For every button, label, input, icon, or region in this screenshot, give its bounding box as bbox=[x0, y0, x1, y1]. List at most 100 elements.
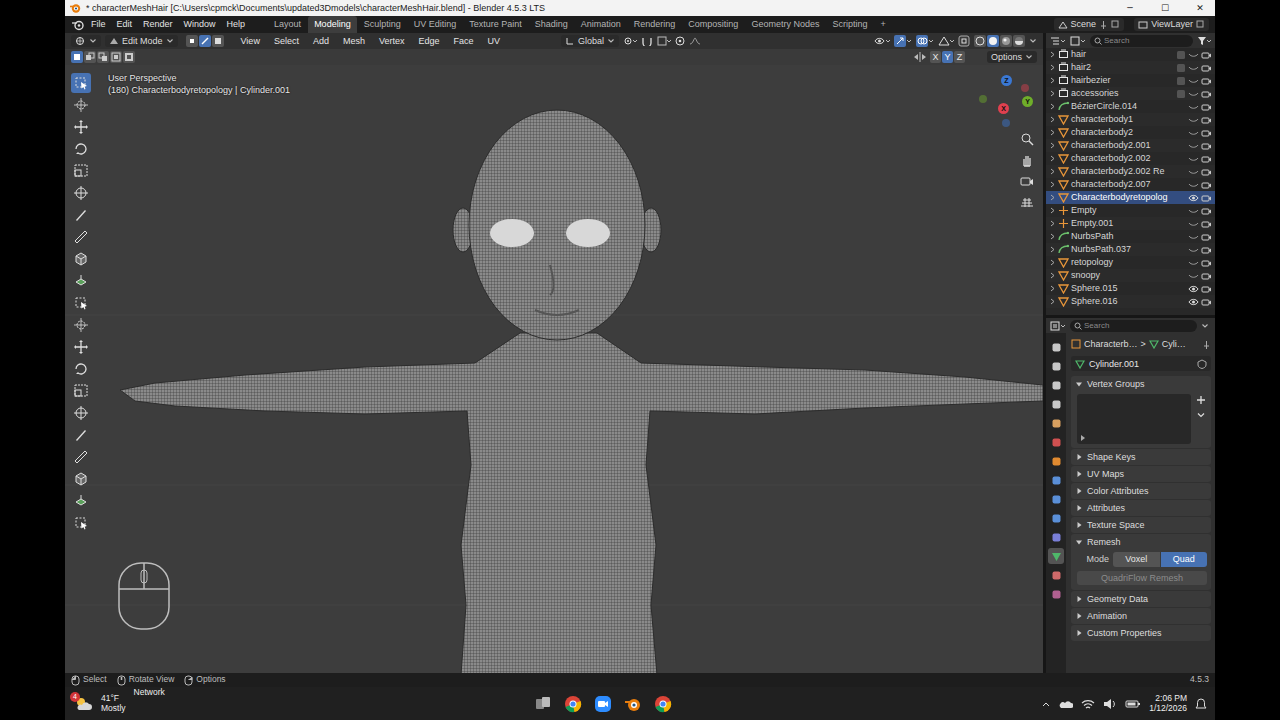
onedrive-icon[interactable] bbox=[1059, 699, 1073, 709]
panel-title[interactable]: Texture Space bbox=[1087, 520, 1145, 530]
outliner-item-name[interactable]: Empty.001 bbox=[1071, 218, 1186, 228]
outliner-item-name[interactable]: Sphere.016 bbox=[1071, 296, 1186, 306]
pan-hand-icon[interactable] bbox=[1019, 152, 1035, 168]
viewport-menu-item[interactable]: Mesh bbox=[338, 34, 370, 48]
collapsed-arrow-icon[interactable] bbox=[1075, 595, 1083, 603]
properties-tab[interactable] bbox=[1048, 415, 1064, 431]
outliner-row[interactable]: Sphere.016 bbox=[1046, 295, 1215, 308]
add-workspace-button[interactable]: + bbox=[874, 16, 891, 32]
eye-closed-icon[interactable] bbox=[1188, 180, 1199, 190]
pin-icon[interactable] bbox=[1202, 340, 1211, 349]
orientation-label[interactable]: Global bbox=[578, 36, 604, 46]
panel-header[interactable]: Color Attributes bbox=[1071, 483, 1211, 499]
checkbox-empty-icon[interactable] bbox=[1176, 76, 1186, 86]
properties-tab[interactable] bbox=[1048, 339, 1064, 355]
tool-button[interactable] bbox=[71, 359, 91, 379]
workspace-tab[interactable]: Shading bbox=[529, 16, 574, 32]
eye-closed-icon[interactable] bbox=[1188, 89, 1199, 99]
expand-arrow-icon[interactable] bbox=[1049, 271, 1056, 280]
display-mode-icon[interactable] bbox=[1070, 36, 1086, 46]
tool-button[interactable] bbox=[71, 95, 91, 115]
viewport-menu-item[interactable]: Add bbox=[308, 34, 334, 48]
expand-arrow-icon[interactable] bbox=[1049, 128, 1056, 137]
visibility-icon[interactable] bbox=[874, 36, 890, 46]
outliner-row[interactable]: retopology bbox=[1046, 256, 1215, 269]
properties-tab[interactable] bbox=[1048, 567, 1064, 583]
tool-button[interactable] bbox=[71, 73, 91, 93]
view-layer-selector[interactable]: ViewLayer bbox=[1134, 18, 1209, 30]
shading-mode-button[interactable] bbox=[987, 35, 999, 47]
outliner-item-name[interactable]: characterbody2.002 Re bbox=[1071, 166, 1186, 176]
snap-target-icon[interactable] bbox=[657, 36, 671, 46]
outliner-row[interactable]: Empty bbox=[1046, 204, 1215, 217]
selection-mode-button[interactable] bbox=[84, 51, 96, 63]
properties-search-field[interactable] bbox=[1070, 320, 1197, 332]
expand-arrow-icon[interactable] bbox=[1049, 89, 1056, 98]
tool-button[interactable] bbox=[71, 249, 91, 269]
fake-user-icon[interactable] bbox=[1197, 359, 1207, 369]
mirror-axis-button[interactable]: Y bbox=[942, 51, 953, 63]
outliner-item-name[interactable]: hair bbox=[1071, 49, 1174, 59]
specials-menu-icon[interactable] bbox=[1195, 409, 1207, 421]
tool-button[interactable] bbox=[71, 227, 91, 247]
outliner-row[interactable]: hair2 bbox=[1046, 61, 1215, 74]
camera-icon[interactable] bbox=[1201, 63, 1212, 73]
outliner-item-name[interactable]: hairbezier bbox=[1071, 75, 1174, 85]
expand-arrow-icon[interactable] bbox=[1049, 115, 1056, 124]
outliner-item-name[interactable]: characterbody2 bbox=[1071, 127, 1186, 137]
panel-title[interactable]: Geometry Data bbox=[1087, 594, 1148, 604]
zoom-icon[interactable] bbox=[594, 695, 612, 713]
outliner-item-name[interactable]: NurbsPath.037 bbox=[1071, 244, 1186, 254]
workspace-tab[interactable]: Layout bbox=[268, 16, 307, 32]
view-layer-name[interactable]: ViewLayer bbox=[1151, 19, 1193, 29]
workspace-tab[interactable]: Scripting bbox=[826, 16, 873, 32]
expand-arrow-icon[interactable] bbox=[1049, 258, 1056, 267]
expand-arrow-icon[interactable] bbox=[1049, 50, 1056, 59]
camera-icon[interactable] bbox=[1201, 128, 1212, 138]
outliner-row[interactable]: BézierCircle.014 bbox=[1046, 100, 1215, 113]
options-dropdown[interactable]: Options bbox=[987, 51, 1037, 63]
camera-icon[interactable] bbox=[1201, 258, 1212, 268]
outliner-row[interactable]: characterbody2.002 bbox=[1046, 152, 1215, 165]
pin-icon[interactable] bbox=[1099, 20, 1108, 29]
properties-tab[interactable] bbox=[1048, 396, 1064, 412]
outliner-item-name[interactable]: Sphere.015 bbox=[1071, 283, 1186, 293]
collapsed-arrow-icon[interactable] bbox=[1075, 487, 1083, 495]
remesh-mode-button[interactable]: Voxel bbox=[1113, 552, 1160, 566]
outliner-row[interactable]: NurbsPath bbox=[1046, 230, 1215, 243]
panel-header[interactable]: Remesh bbox=[1071, 534, 1211, 550]
camera-icon[interactable] bbox=[1201, 102, 1212, 112]
camera-icon[interactable] bbox=[1201, 232, 1212, 242]
collapsed-arrow-icon[interactable] bbox=[1075, 470, 1083, 478]
expand-arrow-icon[interactable] bbox=[1049, 193, 1056, 202]
eye-closed-icon[interactable] bbox=[1188, 128, 1199, 138]
outliner-row[interactable]: snoopy bbox=[1046, 269, 1215, 282]
camera-icon[interactable] bbox=[1201, 193, 1212, 203]
viewport-menu-item[interactable]: Edge bbox=[413, 34, 444, 48]
shading-mode-button[interactable] bbox=[1000, 35, 1012, 47]
properties-tab[interactable] bbox=[1048, 434, 1064, 450]
outliner-item-name[interactable]: NurbsPath bbox=[1071, 231, 1186, 241]
menu-item[interactable]: File bbox=[86, 17, 111, 31]
expand-arrow-icon[interactable] bbox=[1049, 76, 1056, 85]
outliner-item-name[interactable]: characterbody2.007 bbox=[1071, 179, 1186, 189]
camera-icon[interactable] bbox=[1201, 167, 1212, 177]
mirror-axis-button[interactable]: Z bbox=[954, 51, 965, 63]
date[interactable]: 1/12/2026 bbox=[1149, 704, 1187, 714]
outliner-row[interactable]: Empty.001 bbox=[1046, 217, 1215, 230]
viewport-menu-item[interactable]: Face bbox=[448, 34, 478, 48]
panel-title[interactable]: Vertex Groups bbox=[1087, 379, 1145, 389]
expand-arrow-icon[interactable] bbox=[1049, 167, 1056, 176]
viewport[interactable]: User Perspective(180) Characterbodyretop… bbox=[65, 65, 1043, 673]
tool-button[interactable] bbox=[71, 469, 91, 489]
properties-tab[interactable] bbox=[1048, 510, 1064, 526]
outliner-editor-icon[interactable] bbox=[1050, 36, 1066, 46]
data-name[interactable]: Cylinder.001 bbox=[1089, 359, 1193, 369]
menu-item[interactable]: Help bbox=[222, 17, 251, 31]
add-icon[interactable] bbox=[1195, 394, 1207, 406]
select-mode-button[interactable] bbox=[199, 35, 211, 47]
eye-closed-icon[interactable] bbox=[1188, 167, 1199, 177]
collapsed-arrow-icon[interactable] bbox=[1075, 504, 1083, 512]
menu-item[interactable]: Window bbox=[179, 17, 221, 31]
camera-icon[interactable] bbox=[1201, 219, 1212, 229]
